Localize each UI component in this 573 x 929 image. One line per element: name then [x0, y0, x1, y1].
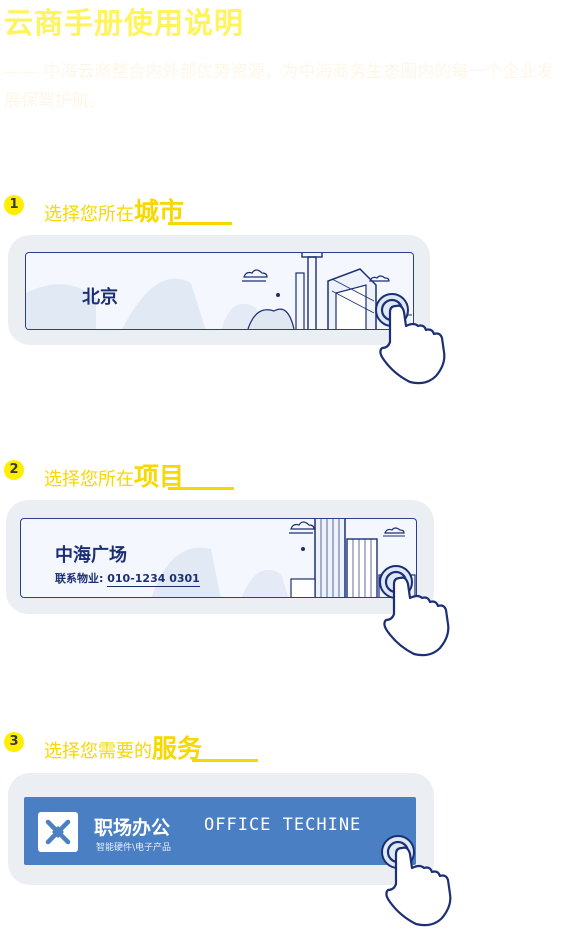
step-1-underline	[168, 222, 232, 225]
step-2-text: 选择您所在	[44, 469, 134, 490]
page-title: 云商手册使用说明	[4, 6, 245, 40]
step-3-number: 3	[4, 732, 24, 752]
pointing-hand-icon	[379, 565, 450, 657]
service-card[interactable]: 职场办公 OFFICE TECHINE 智能硬件\电子产品	[24, 797, 416, 865]
phone-number[interactable]: 010-1234 0301	[107, 572, 200, 587]
step-3-heading: 3 选择您需要的服务	[4, 727, 264, 763]
city-selector-card[interactable]: 北京	[25, 252, 414, 330]
city-name: 北京	[82, 287, 118, 308]
step-3-underline	[192, 759, 258, 762]
step-1-heading: 1 选择您所在城市	[4, 190, 244, 226]
step-2-underline	[168, 487, 234, 490]
office-logo-icon	[38, 812, 78, 852]
project-selector-card[interactable]: 中海广场 联系物业: 010-1234 0301	[20, 518, 417, 598]
step-1-number: 1	[4, 195, 24, 215]
pointing-hand-icon	[381, 835, 452, 927]
pointing-hand-icon	[375, 293, 446, 385]
service-subtitle: 智能硬件\电子产品	[96, 843, 172, 853]
page-subtitle: —— 中海云商整合内外部优势资源，为中海商务生态圈内的每一个企业发展保驾护航。	[4, 62, 554, 111]
step-1-text: 选择您所在	[44, 204, 134, 225]
service-name-cn: 职场办公	[94, 817, 171, 839]
step-2-number: 2	[4, 460, 24, 480]
service-name-en: OFFICE TECHINE	[204, 815, 362, 835]
step-2-heading: 2 选择您所在项目	[4, 455, 244, 491]
phone-label: 联系物业:	[55, 572, 104, 585]
project-name: 中海广场	[55, 545, 127, 566]
step-3-text: 选择您需要的	[44, 741, 152, 762]
